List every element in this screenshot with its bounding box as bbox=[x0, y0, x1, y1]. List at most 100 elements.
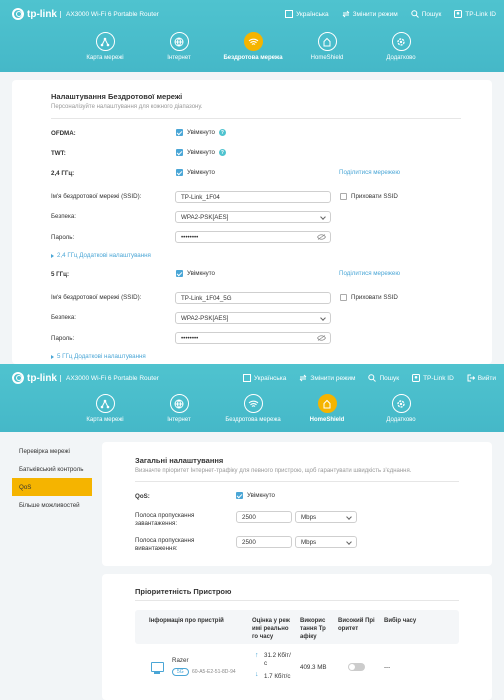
nav-wireless[interactable]: Бездротова мережа bbox=[216, 394, 290, 423]
language-button[interactable]: Українська bbox=[285, 10, 329, 18]
nav-internet[interactable]: Інтернет bbox=[142, 394, 216, 423]
password-input-24[interactable]: •••••••• bbox=[175, 231, 331, 243]
ssid-label-5: Ім'я бездротової мережі (SSID): bbox=[51, 294, 142, 301]
nav-internet[interactable]: Інтернет bbox=[142, 32, 216, 61]
band24-checkbox[interactable]: Увімкнуто bbox=[176, 169, 215, 176]
sidebar: Перевірка мережі Батьківський контроль Q… bbox=[12, 442, 92, 514]
download-label: Полоса пропускання завантаження: bbox=[135, 512, 195, 527]
qos-subtitle: Визначте пріоритет Інтернет-трафіку для … bbox=[135, 468, 412, 474]
gear-icon bbox=[397, 399, 405, 408]
logo-icon bbox=[12, 8, 24, 20]
security-select-24[interactable]: WPA2-PSK[AES] bbox=[175, 211, 331, 223]
nav-network-map[interactable]: Карта мережі bbox=[68, 32, 142, 61]
checkbox-icon bbox=[340, 193, 347, 200]
logo-icon bbox=[12, 372, 24, 384]
flag-icon bbox=[242, 374, 251, 382]
nav-homeshield[interactable]: HomeShield bbox=[290, 32, 364, 61]
logout-button[interactable]: Вийти bbox=[467, 374, 496, 382]
hide-ssid-checkbox-5[interactable]: Приховати SSID bbox=[340, 294, 398, 301]
checkbox-icon bbox=[176, 129, 183, 136]
security-select-5[interactable]: WPA2-PSK[AES] bbox=[175, 312, 331, 324]
expand-icon bbox=[51, 253, 54, 258]
sidebar-item-qos[interactable]: QoS bbox=[12, 478, 92, 496]
tp-link-logo[interactable]: tp-link bbox=[12, 372, 57, 384]
flag-icon bbox=[285, 10, 294, 18]
search-button[interactable]: Пошук bbox=[368, 374, 399, 382]
upload-input[interactable]: 2500 bbox=[236, 536, 292, 548]
sidebar-item-parental-control[interactable]: Батьківський контроль bbox=[12, 460, 92, 478]
device-mac: 60-A5-E2-51-8D-94 bbox=[192, 669, 236, 675]
globe-icon bbox=[174, 399, 184, 408]
wireless-title: Налаштування Бездротової мережі bbox=[51, 92, 183, 101]
password-input-5[interactable]: •••••••• bbox=[175, 332, 331, 344]
advanced-5-link[interactable]: 5 ГГц Додаткові налаштування bbox=[51, 353, 146, 360]
arrow-up-icon: ↑ bbox=[255, 652, 259, 659]
checkbox-icon bbox=[176, 149, 183, 156]
tplink-id-button[interactable]: TP-Link ID bbox=[454, 10, 496, 18]
switch-mode-button[interactable]: Змінити режим bbox=[342, 10, 398, 18]
hide-ssid-checkbox-24[interactable]: Приховати SSID bbox=[340, 193, 398, 200]
help-icon[interactable]: ? bbox=[218, 129, 226, 136]
nav-wireless[interactable]: Бездротова мережа bbox=[216, 32, 290, 61]
tplink-id-button[interactable]: TP-Link ID bbox=[412, 374, 454, 382]
nav-network-map[interactable]: Карта мережі bbox=[68, 394, 142, 423]
user-icon bbox=[412, 374, 421, 382]
nav-homeshield[interactable]: HomeShield bbox=[290, 394, 364, 423]
col-usage: Викорис тання Тр афіку bbox=[300, 618, 326, 640]
advanced-24-link[interactable]: 2,4 ГГц Додаткові налаштування bbox=[51, 252, 151, 259]
download-input[interactable]: 2500 bbox=[236, 511, 292, 523]
ofdma-label: OFDMA: bbox=[51, 130, 76, 137]
traffic-usage: 409.3 MB bbox=[300, 664, 327, 671]
security-label-24: Безпека: bbox=[51, 213, 76, 220]
qos-label: QoS: bbox=[135, 493, 150, 500]
share-network-link-5[interactable]: Поділитися мережею bbox=[339, 270, 400, 277]
header-bar: tp-link AX3000 Wi-Fi 6 Portable Router У… bbox=[0, 0, 504, 72]
col-device-info: Інформація про пристрій bbox=[149, 618, 224, 624]
qos-checkbox[interactable]: Увімкнуто bbox=[236, 492, 275, 499]
nav-advanced[interactable]: Додатково bbox=[364, 394, 438, 423]
table-header bbox=[135, 610, 459, 644]
user-icon bbox=[454, 10, 463, 18]
upload-speed: 31.2 Кбіт/с bbox=[264, 652, 291, 667]
ofdma-checkbox[interactable]: Увімкнуто? bbox=[176, 129, 226, 136]
twt-checkbox[interactable]: Увімкнуто? bbox=[176, 149, 226, 156]
sidebar-item-network-check[interactable]: Перевірка мережі bbox=[12, 442, 92, 460]
col-realtime: Оцінка у реж имі реально го часу bbox=[252, 618, 290, 640]
checkbox-icon bbox=[236, 492, 243, 499]
high-priority-toggle[interactable] bbox=[348, 663, 365, 671]
search-button[interactable]: Пошук bbox=[410, 10, 441, 18]
language-button[interactable]: Українська bbox=[242, 374, 286, 382]
eye-off-icon[interactable] bbox=[317, 335, 326, 341]
ssid-input-5[interactable]: TP-Link_1F04_5G bbox=[175, 292, 331, 304]
help-icon[interactable]: ? bbox=[218, 149, 226, 156]
priority-title: Пріоритетність Пристрою bbox=[135, 587, 232, 596]
divider bbox=[51, 118, 461, 119]
band5-checkbox[interactable]: Увімкнуто bbox=[176, 270, 215, 277]
share-network-link-24[interactable]: Поділитися мережею bbox=[339, 169, 400, 176]
divider bbox=[135, 600, 459, 601]
sidebar-item-more[interactable]: Більше можливостей bbox=[12, 496, 92, 514]
nav-advanced[interactable]: Додатково bbox=[364, 32, 438, 61]
search-icon bbox=[368, 374, 377, 382]
ssid-input-24[interactable]: TP-Link_1F04 bbox=[175, 191, 331, 203]
security-label-5: Безпека: bbox=[51, 314, 76, 321]
expand-icon bbox=[51, 354, 54, 359]
col-high-priority: Високий Прі оритет bbox=[338, 618, 375, 632]
eye-off-icon[interactable] bbox=[317, 234, 326, 240]
time-selection[interactable]: --- bbox=[384, 664, 390, 671]
network-map-icon bbox=[100, 37, 110, 46]
band-badge: 5G bbox=[172, 668, 189, 676]
ssid-label-24: Ім'я бездротової мережі (SSID): bbox=[51, 193, 142, 200]
divider bbox=[135, 481, 459, 482]
switch-mode-button[interactable]: Змінити режим bbox=[299, 374, 355, 382]
upload-unit-select[interactable]: Mbps bbox=[295, 536, 357, 548]
search-icon bbox=[410, 10, 419, 18]
upload-label: Полоса пропускання вивантаження: bbox=[135, 537, 195, 552]
tp-link-logo[interactable]: tp-link bbox=[12, 8, 57, 20]
logout-icon bbox=[467, 374, 475, 382]
network-map-icon bbox=[100, 399, 110, 408]
switch-mode-icon bbox=[342, 10, 349, 18]
download-unit-select[interactable]: Mbps bbox=[295, 511, 357, 523]
download-speed: 1.7 Кбіт/с bbox=[264, 673, 291, 680]
wifi-icon bbox=[248, 38, 258, 45]
